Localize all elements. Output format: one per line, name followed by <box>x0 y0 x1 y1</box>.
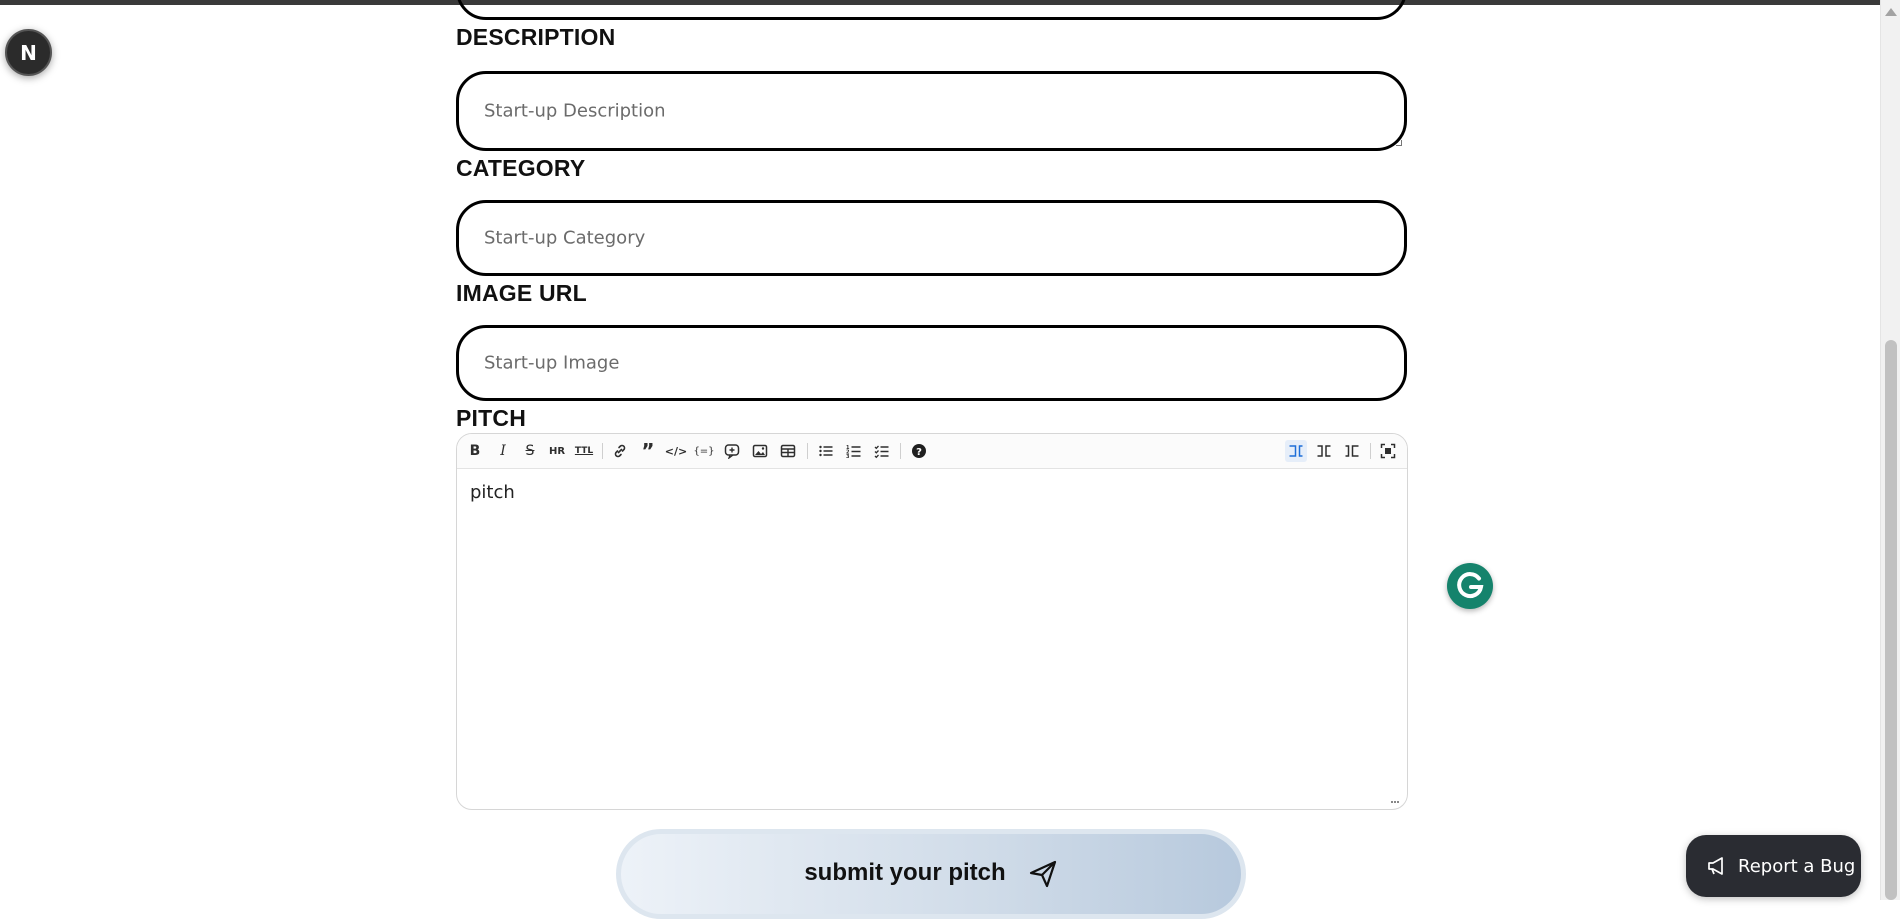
submit-button-label: submit your pitch <box>804 859 1006 886</box>
image-url-input[interactable]: Start-up Image <box>456 325 1407 401</box>
code-block-icon[interactable]: {=} <box>693 440 715 462</box>
preview-mode-icon[interactable] <box>1341 440 1363 462</box>
grammarly-g-icon <box>1457 572 1484 599</box>
help-icon[interactable]: ? <box>908 440 930 462</box>
nextjs-dev-badge[interactable]: N <box>5 29 52 76</box>
category-label: CATEGORY <box>456 155 586 181</box>
description-placeholder: Start-up Description <box>484 100 666 122</box>
live-mode-icon[interactable] <box>1313 440 1335 462</box>
editor-toolbar: B I S HR TTL ” </> {=} 123 ? <box>457 434 1407 469</box>
toolbar-divider <box>602 443 603 459</box>
fullscreen-icon[interactable] <box>1377 440 1399 462</box>
toolbar-divider <box>807 443 808 459</box>
pitch-editor-content[interactable]: pitch <box>470 482 515 503</box>
grammarly-icon[interactable] <box>1447 563 1493 609</box>
send-icon <box>1029 860 1056 888</box>
image-url-placeholder: Start-up Image <box>484 352 620 374</box>
image-icon[interactable] <box>749 440 771 462</box>
category-placeholder: Start-up Category <box>484 227 646 249</box>
svg-text:3: 3 <box>846 454 850 459</box>
bold-icon[interactable]: B <box>464 440 486 462</box>
table-icon[interactable] <box>777 440 799 462</box>
toolbar-divider <box>900 443 901 459</box>
image-url-label: IMAGE URL <box>456 280 587 306</box>
description-textarea[interactable]: Start-up Description <box>456 71 1407 151</box>
submit-pitch-button[interactable]: submit your pitch <box>616 829 1246 919</box>
pitch-markdown-editor[interactable]: B I S HR TTL ” </> {=} 123 ? pitch <box>456 433 1408 810</box>
title-icon[interactable]: TTL <box>573 440 595 462</box>
scroll-up-arrow-icon[interactable] <box>1885 8 1897 16</box>
hr-icon[interactable]: HR <box>546 440 568 462</box>
strikethrough-icon[interactable]: S <box>519 440 541 462</box>
checked-list-icon[interactable] <box>871 440 893 462</box>
ordered-list-icon[interactable]: 123 <box>843 440 865 462</box>
scrollbar-thumb[interactable] <box>1885 340 1897 900</box>
page-scrollbar[interactable] <box>1880 0 1900 900</box>
toolbar-divider <box>1370 443 1371 459</box>
editor-resize-handle[interactable] <box>1391 801 1399 804</box>
unordered-list-icon[interactable] <box>815 440 837 462</box>
edit-mode-icon[interactable] <box>1285 440 1307 462</box>
report-bug-label: Report a Bug <box>1738 855 1856 877</box>
link-icon[interactable] <box>609 440 631 462</box>
title-field-partial[interactable] <box>456 0 1407 20</box>
description-label: DESCRIPTION <box>456 24 616 50</box>
italic-icon[interactable]: I <box>492 440 514 462</box>
report-bug-button[interactable]: Report a Bug <box>1686 835 1861 897</box>
resize-handle-icon[interactable] <box>1396 140 1402 146</box>
pitch-label: PITCH <box>456 405 526 431</box>
nextjs-badge-letter: N <box>20 40 37 65</box>
code-icon[interactable]: </> <box>665 440 687 462</box>
quote-icon[interactable]: ” <box>637 439 659 463</box>
category-input[interactable]: Start-up Category <box>456 200 1407 276</box>
megaphone-icon <box>1708 857 1723 875</box>
svg-text:?: ? <box>916 447 922 458</box>
comment-icon[interactable] <box>721 440 743 462</box>
